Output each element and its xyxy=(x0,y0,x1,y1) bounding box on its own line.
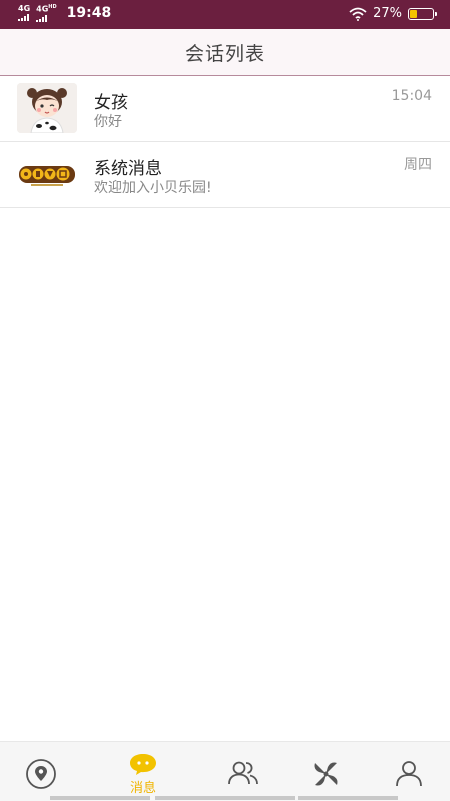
conversation-time: 15:04 xyxy=(391,88,432,104)
xiaobeileyuan-logo xyxy=(17,149,77,199)
gesture-bar-1 xyxy=(50,796,150,800)
header: 会话列表 xyxy=(0,29,450,76)
conversation-last-message: 你好 xyxy=(94,114,122,130)
cellular-signal-2: 4GHD xyxy=(36,4,57,22)
conversation-time: 周四 xyxy=(404,157,432,173)
clock: 19:48 xyxy=(66,5,112,22)
location-pin-icon xyxy=(26,759,56,789)
wifi-icon xyxy=(349,7,367,21)
nav-profile[interactable] xyxy=(364,742,450,801)
page-title: 会话列表 xyxy=(184,42,265,65)
girl-avatar xyxy=(17,83,77,133)
conversation-item-girl[interactable]: 女孩 你好 15:04 xyxy=(0,76,450,142)
gesture-bar-3 xyxy=(298,796,398,800)
chat-bubble-icon xyxy=(130,754,156,775)
status-bar: 4G 4GHD 19:48 27% xyxy=(0,0,450,29)
nav-location[interactable] xyxy=(0,742,86,801)
battery-icon xyxy=(408,7,437,20)
nav-discover[interactable] xyxy=(281,742,371,801)
nav-contacts[interactable] xyxy=(198,742,288,801)
profile-icon xyxy=(396,761,422,787)
network-type-2: 4G xyxy=(36,4,49,14)
conversation-list: 女孩 你好 15:04 系统消息 欢迎加入小贝乐园! 周四 xyxy=(0,76,450,208)
nav-label-messages: 消息 xyxy=(129,781,156,796)
nav-messages[interactable]: 消息 xyxy=(98,742,188,801)
hd-badge: HD xyxy=(48,4,57,10)
battery-percent: 27% xyxy=(373,6,402,21)
bottom-navigation: 消息 xyxy=(0,741,450,801)
gesture-bar-2 xyxy=(155,796,295,800)
conversation-last-message: 欢迎加入小贝乐园! xyxy=(94,180,212,196)
conversation-name: 系统消息 xyxy=(94,159,162,179)
contacts-icon xyxy=(228,761,258,785)
cellular-signal-1: 4G xyxy=(18,4,31,22)
network-type-1: 4G xyxy=(18,4,31,14)
conversation-name: 女孩 xyxy=(94,93,128,113)
conversation-item-system[interactable]: 系统消息 欢迎加入小贝乐园! 周四 xyxy=(0,142,450,208)
pinwheel-icon xyxy=(314,762,338,786)
